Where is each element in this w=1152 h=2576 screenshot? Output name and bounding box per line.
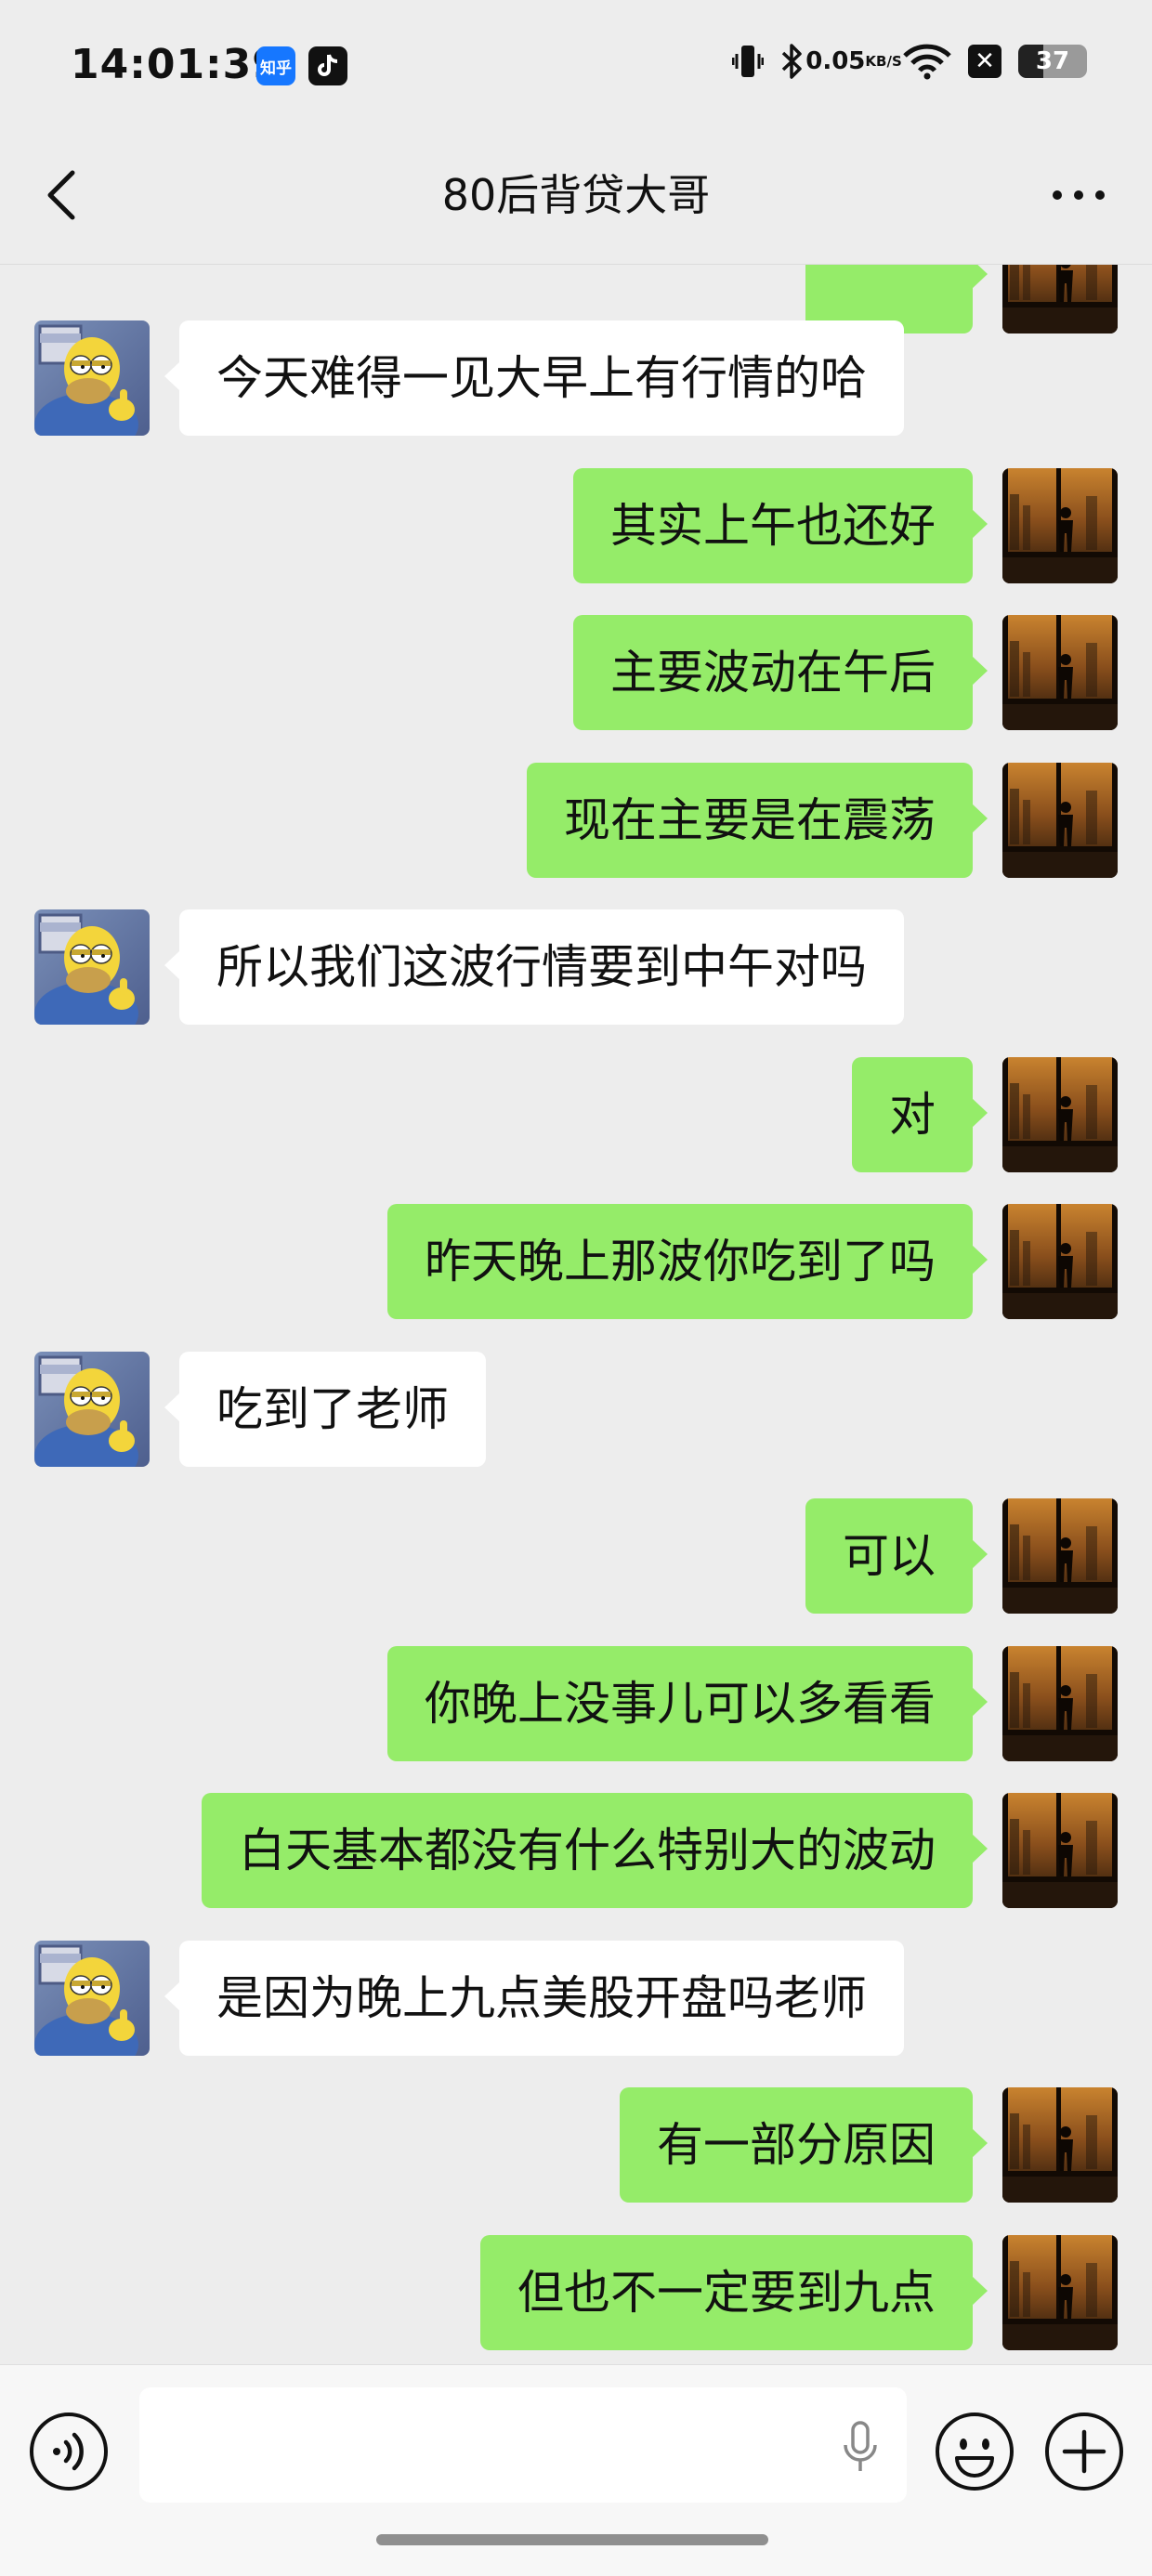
battery-icon: 37 (1018, 45, 1087, 78)
message-bubble[interactable]: 白天基本都没有什么特别大的波动 (202, 1793, 988, 1908)
message-input[interactable] (139, 2387, 907, 2503)
message-bubble[interactable]: 主要波动在午后 (573, 615, 988, 730)
sent-message: 现在主要是在震荡 (0, 763, 1152, 878)
network-speed: 0.05 KB/S (805, 49, 902, 73)
my-avatar[interactable] (1002, 763, 1118, 878)
contact-avatar[interactable] (34, 909, 150, 1025)
voice-mode-button[interactable] (29, 2412, 109, 2491)
sent-message: 可以 (0, 1498, 1152, 1614)
received-message: 今天难得一见大早上有行情的哈 (0, 320, 1152, 436)
sent-message: 有一部分原因 (0, 2087, 1152, 2203)
my-avatar[interactable] (1002, 1057, 1118, 1172)
my-avatar[interactable] (1002, 1498, 1118, 1614)
mic-icon[interactable] (842, 2421, 879, 2473)
battery-level: 37 (1035, 47, 1070, 75)
message-bubble[interactable]: 所以我们这波行情要到中午对吗 (164, 909, 904, 1025)
sent-message: 主要波动在午后 (0, 615, 1152, 730)
network-speed-unit: KB/S (865, 53, 902, 70)
received-message: 所以我们这波行情要到中午对吗 (0, 909, 1152, 1025)
plus-icon (1045, 2413, 1123, 2491)
tiktok-icon (308, 46, 347, 85)
my-avatar[interactable] (1002, 1646, 1118, 1761)
contact-avatar[interactable] (34, 1941, 150, 2056)
sent-message: 其实上午也还好 (0, 468, 1152, 583)
message-bubble[interactable]: 可以 (805, 1498, 988, 1614)
message-list[interactable]: 今天难得一见大早上有行情的哈其实上午也还好 主要波动在午后现在主要是在震荡所以我们… (0, 265, 1152, 2364)
message-bubble[interactable]: 是因为晚上九点美股开盘吗老师 (164, 1941, 904, 2056)
my-avatar[interactable] (1002, 1204, 1118, 1319)
more-dots-icon (1053, 190, 1105, 200)
message-bubble[interactable]: 你晚上没事儿可以多看看 (387, 1646, 988, 1761)
sent-message: 白天基本都没有什么特别大的波动 (0, 1793, 1152, 1908)
sent-message: 但也不一定要到九点 (0, 2235, 1152, 2350)
message-bubble[interactable]: 但也不一定要到九点 (480, 2235, 988, 2350)
message-bubble[interactable]: 现在主要是在震荡 (527, 763, 988, 878)
message-bubble[interactable]: 今天难得一见大早上有行情的哈 (164, 320, 904, 436)
received-message: 是因为晚上九点美股开盘吗老师 (0, 1941, 1152, 2056)
status-bar: 14:01:39 知乎 0.05 KB/S ✕ 37 (0, 0, 1152, 139)
more-options-button[interactable] (1046, 167, 1111, 223)
zhihu-app-icon: 知乎 (256, 46, 295, 85)
sent-message: 对 (0, 1057, 1152, 1172)
status-time: 14:01:39 (71, 41, 281, 88)
vibrate-icon (732, 43, 764, 80)
network-speed-value: 0.05 (805, 47, 866, 75)
emoji-icon (936, 2413, 1014, 2491)
emoji-button[interactable] (935, 2412, 1015, 2491)
chat-title: 80后背贷大哥 (441, 170, 711, 220)
contact-avatar[interactable] (34, 1352, 150, 1467)
message-bubble[interactable]: 昨天晚上那波你吃到了吗 (387, 1204, 988, 1319)
wifi-icon (903, 43, 951, 80)
sent-message: 你晚上没事儿可以多看看 (0, 1646, 1152, 1761)
voice-icon (30, 2413, 108, 2491)
chat-header: 80后背贷大哥 (0, 139, 1152, 265)
my-avatar[interactable] (1002, 1793, 1118, 1908)
received-message: 吃到了老师 (0, 1352, 1152, 1467)
more-functions-button[interactable] (1044, 2412, 1124, 2491)
bluetooth-icon (780, 43, 805, 80)
sent-message: 昨天晚上那波你吃到了吗 (0, 1204, 1152, 1319)
message-bubble[interactable]: 其实上午也还好 (573, 468, 988, 583)
my-avatar[interactable] (1002, 2087, 1118, 2203)
my-avatar[interactable] (1002, 468, 1118, 583)
home-indicator[interactable] (376, 2534, 768, 2545)
close-notification-icon: ✕ (968, 45, 1001, 78)
message-bubble[interactable]: 吃到了老师 (164, 1352, 486, 1467)
message-bubble[interactable]: 有一部分原因 (620, 2087, 988, 2203)
contact-avatar[interactable] (34, 320, 150, 436)
my-avatar[interactable] (1002, 615, 1118, 730)
my-avatar[interactable] (1002, 2235, 1118, 2350)
message-bubble[interactable]: 对 (852, 1057, 988, 1172)
